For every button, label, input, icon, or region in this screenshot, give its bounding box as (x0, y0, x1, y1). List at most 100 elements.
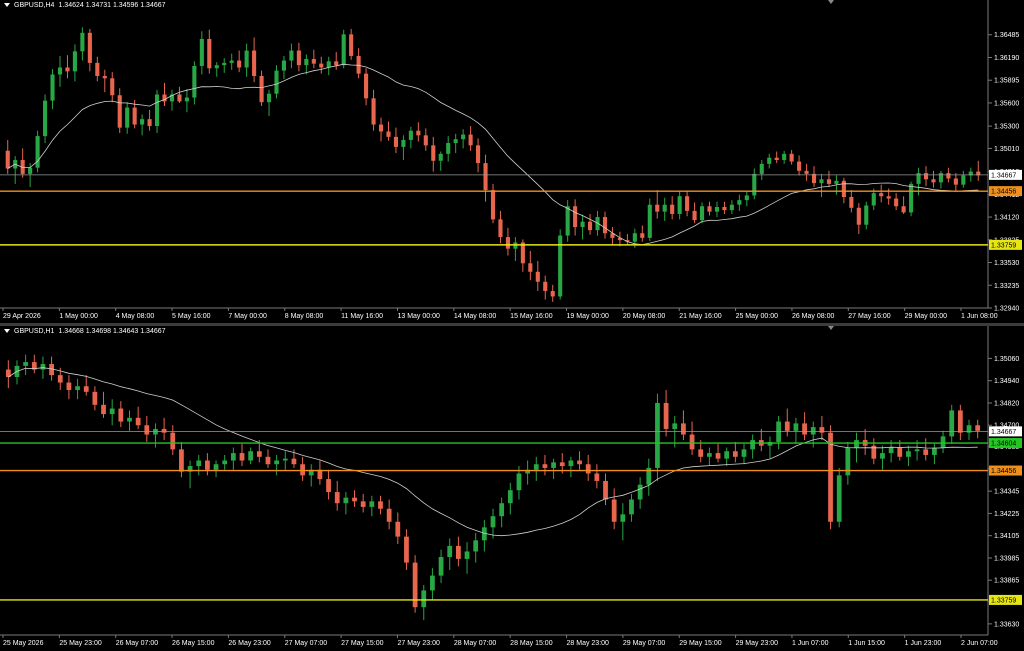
h1-candle-body (914, 449, 920, 452)
h1-x-tick-label: 27 May 23:00 (397, 640, 440, 647)
h1-candle-body (92, 391, 98, 405)
h1-candle-body (819, 427, 825, 433)
h4-candle-body (520, 242, 525, 264)
h1-y-tick-label: 1.33985 (994, 555, 1019, 562)
h4-candle-body (289, 50, 294, 61)
h1-candle-body (672, 423, 678, 429)
h1-candle-body (663, 402, 669, 429)
h4-chart-panel[interactable]: GBPUSD,H4 1.34624 1.34731 1.34596 1.34667… (0, 0, 1024, 324)
h4-candle-body (565, 206, 570, 236)
h1-candle-body (888, 447, 894, 454)
h4-candle-body (789, 153, 794, 162)
h4-candle-body (446, 143, 451, 154)
h4-y-tick-label: 1.32940 (994, 306, 1019, 313)
h4-candle-body (401, 139, 406, 147)
h4-x-tick-label: 15 May 16:00 (510, 313, 553, 320)
h4-x-tick-label: 5 May 16:00 (172, 313, 211, 320)
h4-y-tick-label: 1.35300 (994, 124, 1019, 131)
h4-candle-body (752, 173, 757, 196)
h1-candle-body (326, 479, 331, 493)
h1-candle-body (906, 451, 911, 457)
h4-candle-body (573, 206, 578, 228)
h4-candle-body (229, 60, 234, 63)
h1-candle-body (447, 545, 453, 558)
h4-candle-body (655, 204, 660, 212)
h4-candle-body (252, 50, 257, 76)
h1-x-tick-label: 27 May 15:00 (341, 640, 384, 647)
h4-candle-body (431, 145, 436, 161)
h1-candle-body (551, 462, 556, 468)
h4-candle-body (759, 163, 764, 174)
h1-candle-body (118, 408, 124, 422)
h4-shift-marker-icon (828, 0, 834, 4)
h4-y-tick-label: 1.36190 (994, 55, 1019, 62)
h1-candle-body (404, 536, 409, 563)
h1-candle-body (706, 453, 712, 457)
h1-x-tick-label: 28 May 15:00 (510, 640, 553, 647)
h4-candle-body (819, 179, 824, 184)
h1-x-tick-label: 1 Jun 23:00 (905, 640, 942, 647)
h1-candle-body (378, 501, 383, 509)
h1-candle-body (222, 460, 228, 465)
h1-y-tick-label: 1.34345 (994, 489, 1019, 496)
h4-candle-body (199, 38, 204, 66)
h1-candle-body (793, 423, 799, 431)
h4-candle-body (132, 107, 137, 125)
h1-candle-body (464, 551, 470, 559)
h1-candle-body (75, 386, 80, 390)
h4-candle-body (811, 173, 817, 184)
h1-candle-body (750, 440, 756, 450)
h1-candle-body (949, 410, 955, 437)
h4-candle-body (408, 130, 413, 140)
h4-candle-body (266, 93, 272, 103)
h1-candle-body (802, 423, 807, 435)
h1-candle-body (923, 449, 929, 455)
h4-candle-body (334, 61, 339, 66)
h1-x-tick-label: 26 May 23:00 (228, 640, 271, 647)
h1-candle-body (836, 475, 842, 522)
h4-x-tick-label: 27 May 16:00 (848, 313, 891, 320)
h1-candlestick-chart[interactable]: 1.350601.349401.348201.347001.345851.344… (0, 326, 1024, 651)
h4-candle-body (714, 207, 720, 212)
h4-candlestick-chart[interactable]: 1.36485 1.36190 1.35895 1.35600 1.35300 1.350… (0, 0, 1024, 324)
h4-x-tick-label: 1 Jun 08:00 (961, 313, 998, 320)
h1-y-tick-label: 1.35060 (994, 356, 1019, 363)
h1-candle-body (637, 484, 643, 500)
h1-candle-body (395, 521, 401, 537)
h1-shift-marker-icon (828, 326, 834, 330)
h1-candle-body (343, 497, 349, 504)
h4-candle-body (662, 204, 667, 212)
h4-candle-body (222, 62, 227, 66)
h4-candle-body (879, 193, 884, 197)
h4-candle-body (737, 200, 742, 205)
h4-candle-body (416, 130, 421, 136)
h4-candle-body (871, 193, 876, 206)
h1-candle-body (430, 575, 435, 591)
h1-candle-body (932, 447, 937, 455)
h1-y-tick-label: 1.34225 (994, 511, 1019, 518)
h1-chart-panel[interactable]: GBPUSD,H1 1.34668 1.34698 1.34643 1.34667… (0, 326, 1024, 651)
h1-candle-body (828, 432, 833, 522)
h4-candle-body (393, 136, 398, 147)
h4-candle-body (483, 163, 488, 191)
h1-candle-body (360, 501, 366, 507)
h4-candle-body (588, 221, 593, 231)
h1-candle-body (897, 447, 903, 457)
h1-x-tick-label: 26 May 07:00 (116, 640, 159, 647)
h4-candle-body (140, 119, 145, 125)
h4-y-tick-label: 1.35895 (994, 78, 1019, 85)
h4-candle-body (386, 131, 391, 137)
h1-candle-body (369, 501, 375, 507)
h4-candle-body (707, 206, 712, 212)
h4-candle-body (110, 78, 115, 96)
h4-candle-body (543, 281, 548, 292)
h1-candle-body (265, 456, 271, 465)
h1-candle-body (196, 460, 202, 467)
h1-candle-body (230, 453, 236, 461)
h1-x-tick-label: 25 May 23:00 (59, 640, 102, 647)
h1-candle-body (724, 451, 730, 459)
h4-candle-body (834, 180, 839, 184)
h1-candle-body (127, 417, 132, 422)
h4-x-tick-label: 4 May 08:00 (116, 313, 155, 320)
h1-candle-body (300, 464, 305, 476)
